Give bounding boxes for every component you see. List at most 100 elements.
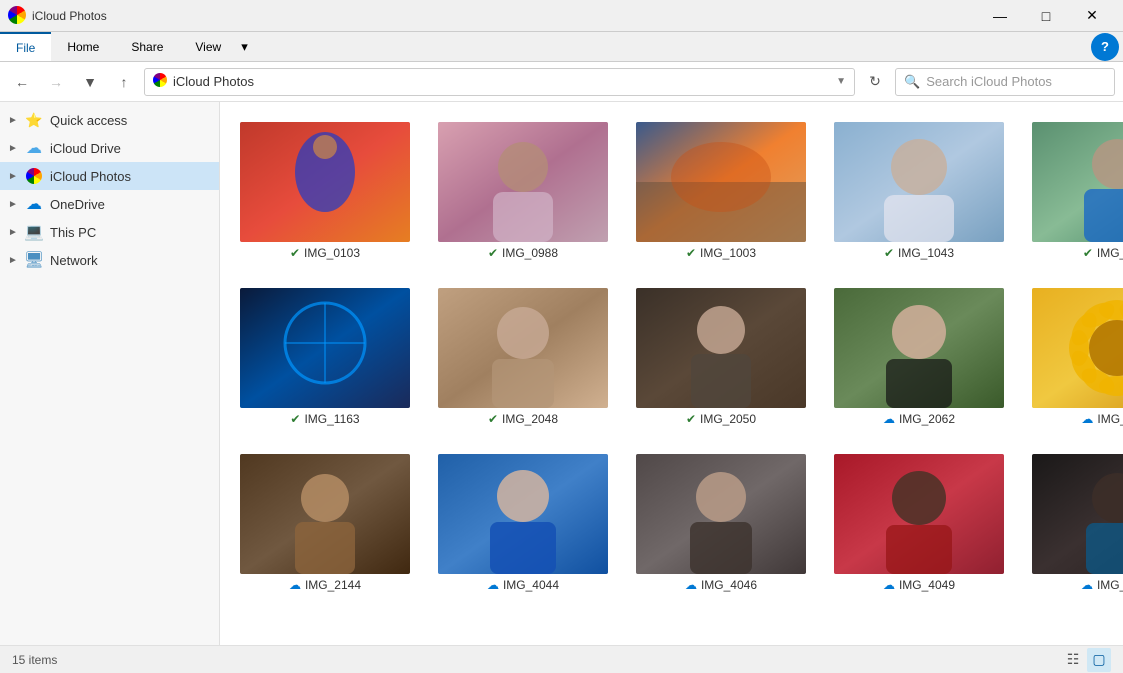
view-buttons: ☷ ▢ — [1061, 648, 1111, 672]
expand-icon: ► — [8, 199, 24, 210]
sidebar-label-icloud-photos: iCloud Photos — [50, 169, 131, 184]
help-button[interactable]: ? — [1091, 33, 1119, 61]
photo-filename: IMG_2050 — [700, 412, 756, 426]
cloud-icon: ☁ — [883, 412, 895, 426]
this-pc-icon: 💻 — [24, 222, 44, 242]
photo-item[interactable]: ☁ IMG_2144 — [236, 450, 414, 596]
tab-view[interactable]: View — [179, 32, 237, 61]
photo-filename: IMG_4051 — [1097, 578, 1123, 592]
cloud-icon: ☁ — [1081, 578, 1093, 592]
sidebar-label-icloud-drive: iCloud Drive — [50, 141, 121, 156]
photo-item[interactable]: ✔ IMG_2050 — [632, 284, 810, 430]
tab-file[interactable]: File — [0, 32, 51, 61]
cloud-icon: ☁ — [685, 578, 697, 592]
window-title: iCloud Photos — [32, 9, 977, 23]
search-box[interactable]: 🔍 Search iCloud Photos — [895, 68, 1115, 96]
photo-thumbnail — [240, 288, 410, 408]
photo-item[interactable]: ✔ IMG_0988 — [434, 118, 612, 264]
back-button[interactable]: ← — [8, 68, 36, 96]
dropdown-history-button[interactable]: ▼ — [76, 68, 104, 96]
sidebar-item-quick-access[interactable]: ► ⭐ Quick access — [0, 106, 219, 134]
synced-icon: ✔ — [290, 412, 300, 426]
synced-icon: ✔ — [290, 246, 300, 260]
expand-icon: ► — [8, 227, 24, 238]
status-bar: 15 items ☷ ▢ — [0, 645, 1123, 673]
photo-item[interactable]: ✔ IMG_0103 — [236, 118, 414, 264]
sidebar-item-onedrive[interactable]: ► ☁ OneDrive — [0, 190, 219, 218]
icloud-photos-icon — [24, 168, 44, 184]
photo-item[interactable]: ☁ IMG_4051 — [1028, 450, 1123, 596]
expand-icon: ► — [8, 115, 24, 126]
photo-filename: IMG_0103 — [304, 246, 360, 260]
app-icon — [8, 6, 28, 26]
photo-item[interactable]: ✔ IMG_1043 — [830, 118, 1008, 264]
photo-filename: IMG_1003 — [700, 246, 756, 260]
photo-name: ✔ IMG_2048 — [488, 412, 558, 426]
ribbon-dropdown[interactable]: ▾ — [237, 32, 252, 61]
photo-thumbnail — [438, 288, 608, 408]
sidebar-item-network[interactable]: ► 🖥 Network — [0, 246, 219, 274]
forward-button[interactable]: → — [42, 68, 70, 96]
main-layout: ► ⭐ Quick access ► ☁ iCloud Drive ► iClo… — [0, 102, 1123, 645]
photo-name: ✔ IMG_1043 — [884, 246, 954, 260]
photo-name: ☁ IMG_2144 — [289, 578, 361, 592]
cloud-icon: ☁ — [289, 578, 301, 592]
address-box[interactable]: iCloud Photos ▼ — [144, 68, 855, 96]
photo-name: ✔ IMG_1163 — [290, 412, 359, 426]
sidebar-item-icloud-photos[interactable]: ► iCloud Photos — [0, 162, 219, 190]
ribbon: File Home Share View ▾ ? — [0, 32, 1123, 62]
sidebar-item-this-pc[interactable]: ► 💻 This PC — [0, 218, 219, 246]
photo-filename: IMG_2048 — [502, 412, 558, 426]
up-button[interactable]: ↑ — [110, 68, 138, 96]
photo-filename: IMG_2116 — [1097, 412, 1123, 426]
photo-item[interactable]: ☁ IMG_4046 — [632, 450, 810, 596]
photo-item[interactable]: ☁ IMG_2062 — [830, 284, 1008, 430]
minimize-button[interactable]: — — [977, 0, 1023, 32]
sidebar: ► ⭐ Quick access ► ☁ iCloud Drive ► iClo… — [0, 102, 220, 645]
photo-item[interactable]: ✔ IMG_1003 — [632, 118, 810, 264]
photo-thumbnail — [636, 122, 806, 242]
maximize-button[interactable]: □ — [1023, 0, 1069, 32]
photo-thumbnail — [1032, 288, 1123, 408]
address-icon — [153, 73, 167, 90]
refresh-button[interactable]: ↻ — [861, 68, 889, 96]
photo-item[interactable]: ✔ IMG_1116 — [1028, 118, 1123, 264]
close-button[interactable]: ✕ — [1069, 0, 1115, 32]
cloud-icon: ☁ — [487, 578, 499, 592]
synced-icon: ✔ — [488, 246, 498, 260]
photo-name: ✔ IMG_1003 — [686, 246, 756, 260]
photo-name: ☁ IMG_4051 — [1081, 578, 1123, 592]
photo-item[interactable]: ✔ IMG_1163 — [236, 284, 414, 430]
photo-filename: IMG_0988 — [502, 246, 558, 260]
photo-filename: IMG_1163 — [304, 412, 359, 426]
search-icon: 🔍 — [904, 74, 920, 90]
photo-item[interactable]: ☁ IMG_4044 — [434, 450, 612, 596]
photo-name: ☁ IMG_4046 — [685, 578, 757, 592]
address-dropdown-arrow: ▼ — [836, 76, 846, 87]
synced-icon: ✔ — [686, 246, 696, 260]
photo-thumbnail — [636, 454, 806, 574]
photo-item[interactable]: ✔ IMG_2048 — [434, 284, 612, 430]
photo-thumbnail — [834, 288, 1004, 408]
cloud-icon: ☁ — [883, 578, 895, 592]
photo-filename: IMG_4044 — [503, 578, 559, 592]
expand-icon: ► — [8, 171, 24, 182]
window-controls: — □ ✕ — [977, 0, 1115, 32]
tab-share[interactable]: Share — [115, 32, 179, 61]
photo-name: ✔ IMG_0988 — [488, 246, 558, 260]
photo-name: ☁ IMG_2062 — [883, 412, 955, 426]
photo-item[interactable]: ☁ IMG_2116 — [1028, 284, 1123, 430]
tab-home[interactable]: Home — [51, 32, 115, 61]
photo-filename: IMG_4049 — [899, 578, 955, 592]
photo-name: ☁ IMG_4044 — [487, 578, 559, 592]
sidebar-item-icloud-drive[interactable]: ► ☁ iCloud Drive — [0, 134, 219, 162]
photo-thumbnail — [1032, 122, 1123, 242]
sidebar-label-this-pc: This PC — [50, 225, 96, 240]
photo-item[interactable]: ☁ IMG_4049 — [830, 450, 1008, 596]
search-placeholder: Search iCloud Photos — [926, 74, 1052, 89]
content-area: ✔ IMG_0103 ✔ IMG_0988 — [220, 102, 1123, 645]
list-view-button[interactable]: ☷ — [1061, 648, 1085, 672]
photo-filename: IMG_2144 — [305, 578, 361, 592]
photo-filename: IMG_2062 — [899, 412, 955, 426]
large-icon-view-button[interactable]: ▢ — [1087, 648, 1111, 672]
